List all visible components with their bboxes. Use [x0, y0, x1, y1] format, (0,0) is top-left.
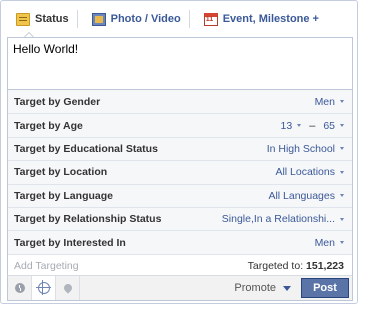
dropdown-arrow-icon	[340, 241, 344, 245]
status-icon	[16, 12, 30, 26]
tab-status[interactable]: Status	[1, 1, 78, 37]
dropdown-arrow-icon	[283, 285, 291, 291]
location-button[interactable]	[56, 276, 80, 300]
add-targeting-row: Add Targeting Targeted to: 151,223	[8, 253, 352, 277]
dropdown-arrow-icon	[340, 217, 344, 221]
target-gender-select[interactable]: Men	[315, 96, 344, 108]
target-gender-row: Target by Gender Men	[8, 90, 352, 114]
clock-icon	[14, 283, 25, 293]
target-language-select[interactable]: All Languages	[268, 190, 344, 202]
tab-event-milestone[interactable]: Event, Milestone +	[189, 1, 327, 37]
tab-photo-video-label: Photo / Video	[110, 13, 181, 25]
post-button[interactable]: Post	[301, 278, 349, 298]
age-range-separator: –	[309, 119, 316, 132]
tab-event-milestone-label: Event, Milestone +	[222, 13, 319, 25]
targeting-button[interactable]	[32, 276, 56, 300]
composer-tabs: Status Photo / Video Event, Milestone +	[1, 1, 357, 37]
target-interested-label: Target by Interested In	[14, 236, 126, 249]
composer-footer: Promote Post	[7, 275, 353, 301]
tab-status-label: Status	[35, 13, 69, 25]
target-age-min-select[interactable]: 13	[281, 120, 302, 132]
target-language-label: Target by Language	[14, 189, 113, 202]
target-education-select[interactable]: In High School	[267, 143, 344, 155]
target-relationship-select[interactable]: Single,In a Relationshi...	[222, 213, 344, 225]
target-location-label: Target by Location	[14, 166, 108, 179]
targeting-panel: Target by Gender Men Target by Age 13 – …	[7, 89, 353, 278]
target-interested-row: Target by Interested In Men	[8, 230, 352, 254]
photo-icon	[91, 12, 106, 26]
promote-dropdown[interactable]: Promote	[234, 282, 301, 294]
target-relationship-label: Target by Relationship Status	[14, 213, 162, 226]
target-location-select[interactable]: All Locations	[275, 166, 344, 178]
targeted-count: Targeted to: 151,223	[247, 259, 344, 272]
status-composer: Status Photo / Video Event, Milestone + …	[0, 0, 358, 304]
dropdown-arrow-icon	[340, 194, 344, 198]
dropdown-arrow-icon	[340, 124, 344, 128]
add-targeting-input[interactable]: Add Targeting	[14, 260, 79, 272]
map-pin-icon	[61, 282, 74, 294]
target-interested-select[interactable]: Men	[315, 237, 344, 249]
target-location-row: Target by Location All Locations	[8, 160, 352, 184]
dropdown-arrow-icon	[340, 170, 344, 174]
calendar-icon	[203, 12, 218, 26]
schedule-button[interactable]	[8, 276, 32, 300]
target-relationship-row: Target by Relationship Status Single,In …	[8, 206, 352, 231]
target-age-row: Target by Age 13 – 65	[8, 113, 352, 137]
dropdown-arrow-icon	[340, 100, 344, 104]
crosshair-icon	[35, 280, 51, 295]
target-education-row: Target by Educational Status In High Sch…	[8, 136, 352, 161]
tab-photo-video[interactable]: Photo / Video	[77, 1, 190, 37]
dropdown-arrow-icon	[340, 147, 344, 151]
target-education-label: Target by Educational Status	[14, 142, 158, 155]
target-age-label: Target by Age	[14, 119, 83, 132]
dropdown-arrow-icon	[297, 124, 302, 128]
target-gender-label: Target by Gender	[14, 95, 101, 108]
status-text-input[interactable]: Hello World!	[7, 37, 353, 89]
target-language-row: Target by Language All Languages	[8, 183, 352, 207]
target-age-max-select[interactable]: 65	[323, 120, 344, 132]
